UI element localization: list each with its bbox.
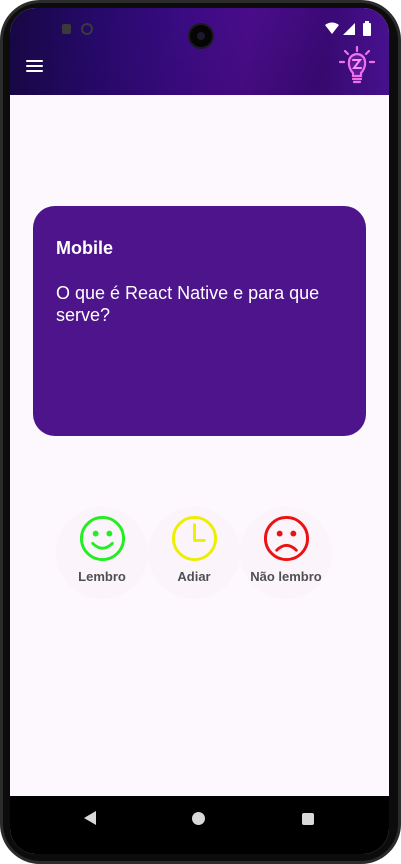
postpone-button[interactable]: Adiar (148, 507, 240, 599)
hamburger-menu-icon[interactable] (24, 58, 46, 74)
front-camera (190, 25, 212, 47)
sad-face-icon (263, 515, 310, 562)
status-signal-battery-icons (325, 21, 371, 36)
dont-remember-label: Não lembro (250, 569, 322, 584)
device-frame: Mobile O que é React Native e para que s… (0, 0, 401, 864)
recents-square-icon[interactable] (302, 813, 314, 825)
home-circle-icon[interactable] (192, 812, 205, 825)
flashcard[interactable]: Mobile O que é React Native e para que s… (33, 206, 366, 436)
app-screen: Mobile O que é React Native e para que s… (10, 8, 389, 854)
card-question: O que é React Native e para que serve? (56, 283, 320, 325)
clock-icon (171, 515, 218, 562)
card-category: Mobile (56, 238, 113, 258)
system-navigation-bar (10, 796, 389, 854)
app-header (10, 8, 389, 95)
status-notification-icons (62, 23, 93, 35)
smile-face-icon (79, 515, 126, 562)
remember-button[interactable]: Lembro (56, 507, 148, 599)
back-triangle-icon[interactable] (82, 810, 98, 826)
dont-remember-button[interactable]: Não lembro (240, 507, 332, 599)
lightbulb-logo-icon[interactable] (338, 45, 376, 85)
